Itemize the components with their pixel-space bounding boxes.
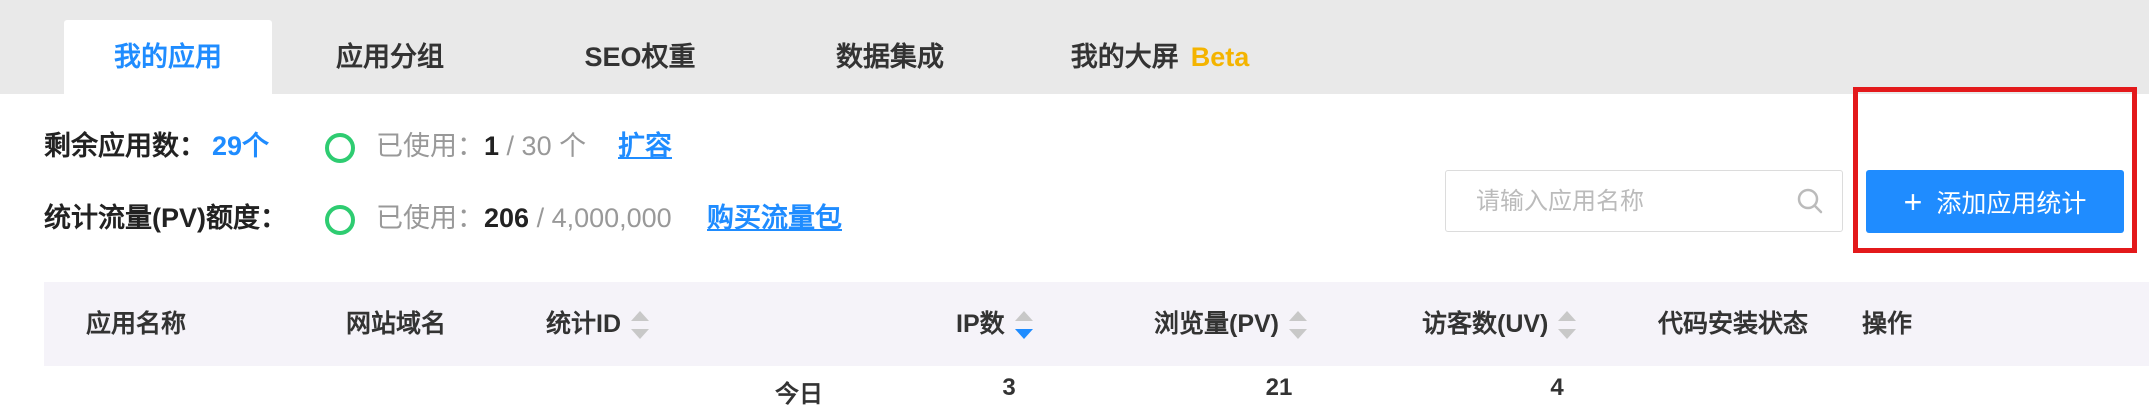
column-app-name: 应用名称 [86,282,186,366]
search-icon[interactable] [1796,187,1824,215]
tab-seo-weight[interactable]: SEO权重 [540,20,740,94]
column-label: 访客数(UV) [1422,310,1549,338]
column-install-status: 代码安装状态 [1658,282,1808,366]
uv-cell: 4 [1550,374,1564,401]
column-label: 代码安装状态 [1658,310,1809,338]
used-label: 已使用： [376,203,484,233]
remaining-apps-label: 剩余应用数： [44,131,206,161]
column-label: IP数 [956,310,1005,338]
apps-usage: 已使用：1 / 30 个 [376,126,586,166]
buy-traffic-pack-link[interactable]: 购买流量包 [707,198,842,238]
tab-label: 我的大屏 [1070,42,1179,72]
tab-my-big-screen[interactable]: 我的大屏 Beta [1040,20,1280,94]
traffic-used-value: 206 [484,203,530,233]
column-label: 网站域名 [346,310,447,338]
apps-used-value: 1 [484,131,500,161]
table-header: 应用名称 网站域名 统计ID IP数 浏览量(PV) 访客数(UV) 代码安装状… [44,282,2149,366]
column-label: 统计ID [546,310,622,338]
tab-my-apps[interactable]: 我的应用 [64,20,272,94]
table-row: 今日 3 21 4 [44,366,2149,408]
column-uv[interactable]: 访客数(UV) [1422,282,1577,366]
column-label: 应用名称 [86,310,187,338]
tab-bar: 我的应用 应用分组 SEO权重 数据集成 我的大屏 Beta [0,0,2149,94]
expand-capacity-link[interactable]: 扩容 [618,126,672,166]
tab-label: SEO权重 [584,42,696,72]
column-pv[interactable]: 浏览量(PV) [1154,282,1308,366]
app-search [1445,170,1843,233]
apps-total: / 30 个 [506,131,587,161]
remaining-apps: 剩余应用数： 29个 [44,126,269,166]
traffic-quota: 统计流量(PV)额度： [44,198,287,238]
tab-label: 应用分组 [336,42,444,72]
column-label: 浏览量(PV) [1154,310,1280,338]
period-cell: 今日 [775,381,823,408]
app-search-input[interactable] [1446,171,1818,233]
column-actions: 操作 [1862,282,1912,366]
traffic-usage: 已使用：206 / 4,000,000 [376,198,672,238]
tab-label: 数据集成 [836,42,944,72]
column-label: 操作 [1862,310,1913,338]
sort-icon[interactable] [1289,311,1308,340]
sort-icon[interactable] [631,311,650,340]
column-domain: 网站域名 [346,282,446,366]
column-ip[interactable]: IP数 [956,282,1033,366]
column-stat-id[interactable]: 统计ID [546,282,650,366]
usage-circle-icon [325,205,355,235]
remaining-apps-value: 29个 [212,131,270,161]
ip-cell: 3 [1002,374,1016,401]
tab-data-integration[interactable]: 数据集成 [790,20,990,94]
traffic-total: / 4,000,000 [536,203,672,233]
usage-circle-icon [325,133,355,163]
pv-cell: 21 [1265,374,1293,401]
tab-label: 我的应用 [114,42,222,72]
traffic-quota-label: 统计流量(PV)额度： [44,203,287,233]
used-label: 已使用： [376,131,484,161]
sort-icon[interactable] [1558,311,1577,340]
sort-desc-icon[interactable] [1014,311,1033,340]
tab-app-groups[interactable]: 应用分组 [300,20,480,94]
highlight-box [1853,87,2137,253]
beta-badge: Beta [1190,42,1250,72]
